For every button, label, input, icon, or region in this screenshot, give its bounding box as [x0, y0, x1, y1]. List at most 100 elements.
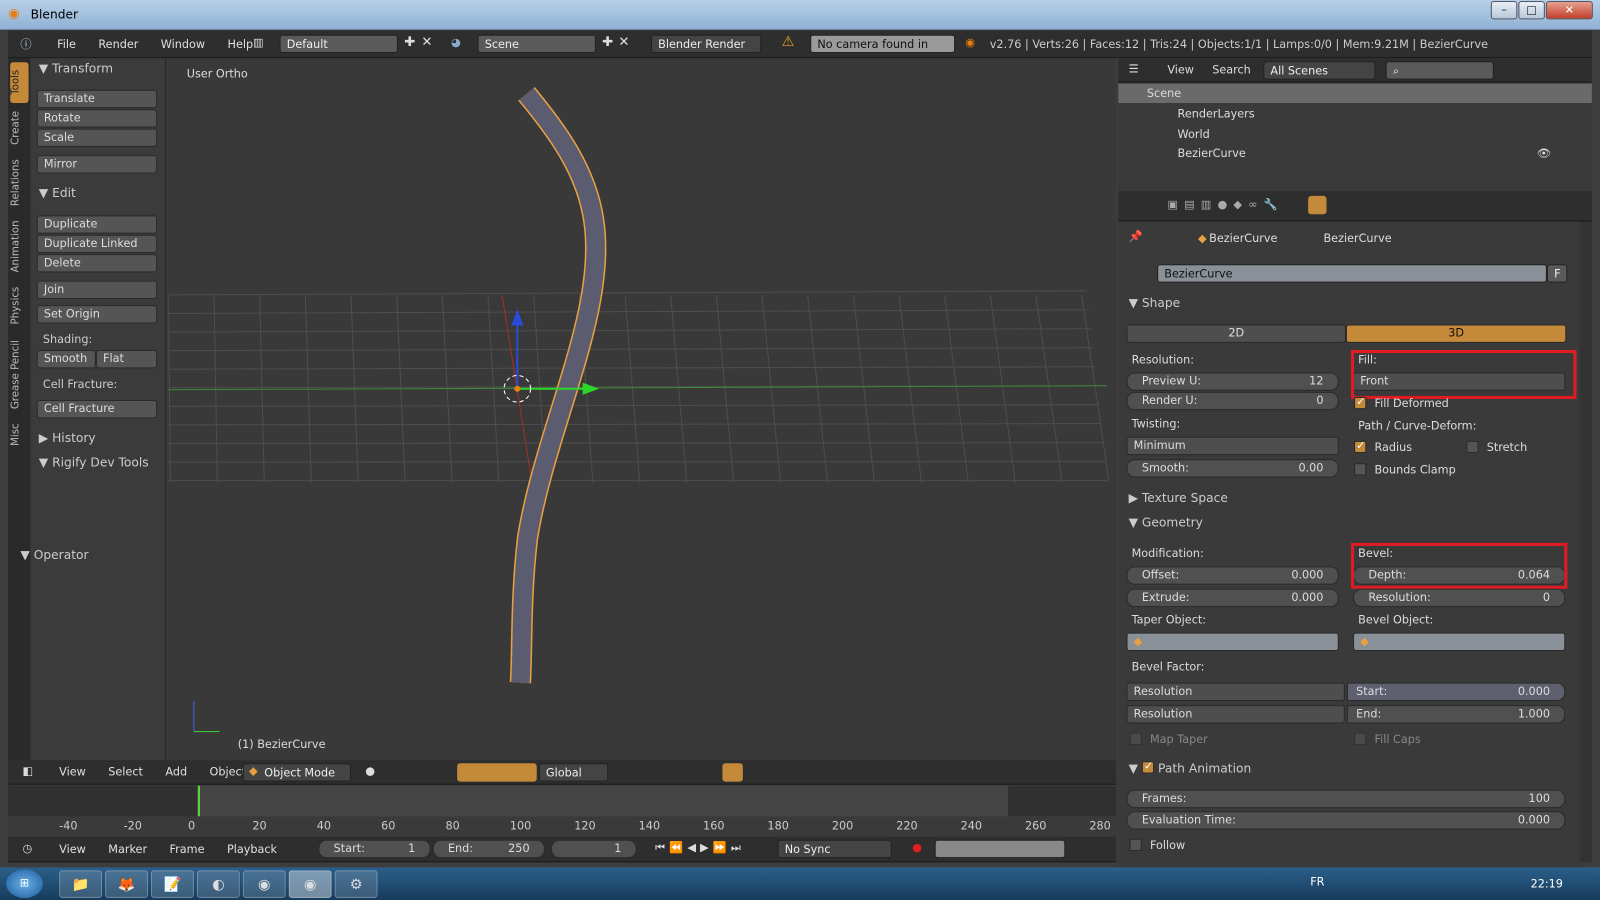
scene-field[interactable]: Scene	[477, 34, 596, 54]
taper-object-field[interactable]: ◆	[1126, 632, 1339, 652]
menu-render[interactable]: Render	[98, 38, 138, 51]
tab-create[interactable]: Create	[10, 105, 28, 150]
radius-checkbox[interactable]	[1354, 439, 1367, 454]
panel-texture-space[interactable]: ▶ Texture Space	[1129, 491, 1228, 505]
start-button[interactable]: ⊞	[6, 869, 43, 898]
display-mode-select[interactable]: All Scenes	[1263, 61, 1376, 80]
end-frame-field[interactable]: End: 250	[432, 839, 545, 859]
tab-physics[interactable]: Physics	[10, 281, 28, 332]
bevel-factor-mode-end[interactable]: Resolution	[1126, 705, 1345, 724]
taskbar-chrome[interactable]: ◉	[242, 870, 286, 898]
mirror-button[interactable]: Mirror	[36, 155, 158, 174]
current-frame-field[interactable]: 1	[551, 839, 637, 859]
follow-checkbox[interactable]	[1129, 838, 1142, 852]
panel-geometry[interactable]: ▼ Geometry	[1129, 515, 1203, 529]
remove-scene-icon[interactable]: ✕	[618, 35, 629, 50]
start-frame-field[interactable]: Start: 1	[318, 839, 431, 859]
datablock-name-field[interactable]: BezierCurve	[1157, 264, 1547, 283]
panel-history[interactable]: ▶ History	[39, 431, 96, 445]
tab-relations[interactable]: Relations	[10, 152, 28, 213]
outliner-item-renderlayers[interactable]: RenderLayers	[1118, 104, 1591, 123]
taskbar-notepad[interactable]: 📝	[151, 870, 194, 898]
extrude-field[interactable]: Extrude: 0.000	[1126, 588, 1339, 608]
timeline-editor-icon[interactable]: ◷	[22, 842, 32, 855]
add-layout-icon[interactable]: ✚	[404, 35, 415, 50]
sync-select[interactable]: No Sync	[777, 839, 892, 859]
taskbar-blender[interactable]: ◉	[288, 870, 332, 898]
duplicate-linked-button[interactable]: Duplicate Linked	[36, 234, 158, 254]
menu-select[interactable]: Select	[108, 765, 143, 778]
taskbar-firefox[interactable]: 🦊	[105, 870, 148, 898]
bevel-resolution-field[interactable]: Resolution: 0	[1353, 588, 1566, 608]
render-engine-select[interactable]: Blender Render	[651, 34, 762, 54]
preview-u-field[interactable]: Preview U: 12	[1126, 372, 1339, 391]
editor-type-icon[interactable]: ◧	[22, 764, 33, 777]
info-icon[interactable]: ⓘ	[20, 36, 31, 52]
playback-controls[interactable]: ⏮⏪◀▶⏩⏭	[655, 841, 745, 855]
menu-search[interactable]: Search	[1212, 63, 1251, 76]
menu-view[interactable]: View	[59, 765, 86, 778]
join-button[interactable]: Join	[36, 280, 158, 299]
menu-help[interactable]: Help	[228, 38, 254, 51]
menu-playback[interactable]: Playback	[227, 843, 277, 856]
smooth-button[interactable]: Smooth	[36, 349, 96, 369]
record-icon[interactable]: ●	[912, 841, 922, 854]
render-u-field[interactable]: Render U: 0	[1126, 391, 1339, 411]
fill-deformed-checkbox[interactable]	[1354, 395, 1367, 410]
outliner-editor-icon[interactable]: ☰	[1129, 62, 1139, 75]
smooth-field[interactable]: Smooth: 0.00	[1126, 459, 1339, 478]
evaluation-time-field[interactable]: Evaluation Time: 0.000	[1126, 811, 1566, 830]
menu-object[interactable]: Object	[210, 765, 247, 778]
menu-add[interactable]: Add	[165, 765, 187, 778]
cell-fracture-button[interactable]: Cell Fracture	[36, 399, 158, 419]
3d-viewport[interactable]: User Ortho (1) BezierCurve	[168, 58, 1117, 761]
fill-caps-checkbox[interactable]	[1354, 732, 1367, 745]
properties-scrollbar[interactable]	[1579, 221, 1592, 863]
outliner-item-world[interactable]: World	[1118, 124, 1591, 143]
3d-button[interactable]: 3D	[1345, 324, 1567, 343]
mode-select[interactable]: Object Mode	[242, 763, 352, 782]
delete-button[interactable]: Delete	[36, 254, 158, 273]
bevel-factor-mode-start[interactable]: Resolution	[1126, 682, 1345, 702]
path-animation-checkbox[interactable]	[1141, 759, 1155, 774]
duplicate-button[interactable]: Duplicate	[36, 215, 158, 234]
flat-button[interactable]: Flat	[95, 349, 158, 369]
screen-layout-field[interactable]: Default	[279, 34, 398, 54]
panel-rigify[interactable]: ▼ Rigify Dev Tools	[39, 455, 149, 469]
lock-camera-toggle[interactable]	[722, 763, 743, 782]
menu-frame[interactable]: Frame	[170, 843, 205, 856]
remove-layout-icon[interactable]: ✕	[421, 35, 432, 50]
bevel-start-field[interactable]: Start: 0.000	[1346, 682, 1566, 702]
map-taper-checkbox[interactable]	[1129, 732, 1142, 745]
bevel-end-field[interactable]: End: 1.000	[1346, 705, 1566, 724]
panel-edit[interactable]: ▼ Edit	[39, 186, 76, 200]
panel-path-animation[interactable]: ▼ Path Animation	[1129, 759, 1252, 775]
manipulator-toggle[interactable]	[457, 763, 537, 782]
menu-file[interactable]: File	[57, 38, 76, 51]
translate-button[interactable]: Translate	[36, 89, 158, 109]
outliner-search-input[interactable]: ⌕	[1385, 61, 1494, 80]
current-frame-marker[interactable]	[197, 785, 200, 817]
tab-grease-pencil[interactable]: Grease Pencil	[10, 334, 28, 416]
menu-view[interactable]: View	[59, 843, 86, 856]
outliner-item-scene[interactable]: Scene	[1118, 83, 1592, 104]
panel-shape[interactable]: ▼ Shape	[1129, 296, 1181, 310]
shading-mode-icon[interactable]: ●	[365, 764, 375, 777]
menu-window[interactable]: Window	[161, 38, 205, 51]
tab-misc[interactable]: Misc	[10, 417, 28, 452]
keying-set-field[interactable]	[934, 839, 1066, 859]
frames-field[interactable]: Frames: 100	[1126, 789, 1566, 809]
taskbar-explorer[interactable]: 📁	[59, 870, 103, 898]
scene-icon[interactable]: ◕	[451, 36, 461, 49]
panel-operator[interactable]: ▼ Operator	[20, 548, 88, 562]
scale-button[interactable]: Scale	[36, 128, 158, 147]
pin-icon[interactable]: 📌	[1129, 230, 1143, 243]
fake-user-button[interactable]: F	[1546, 264, 1568, 283]
rotate-button[interactable]: Rotate	[36, 109, 158, 128]
language-indicator[interactable]: FR	[1310, 876, 1324, 889]
maximize-button[interactable]: □	[1518, 1, 1545, 20]
clock[interactable]: 22:19	[1531, 878, 1563, 891]
twist-mode-select[interactable]: Minimum	[1126, 436, 1339, 456]
taskbar-app2[interactable]: ⚙	[334, 870, 378, 898]
bounds-clamp-checkbox[interactable]	[1354, 463, 1367, 476]
